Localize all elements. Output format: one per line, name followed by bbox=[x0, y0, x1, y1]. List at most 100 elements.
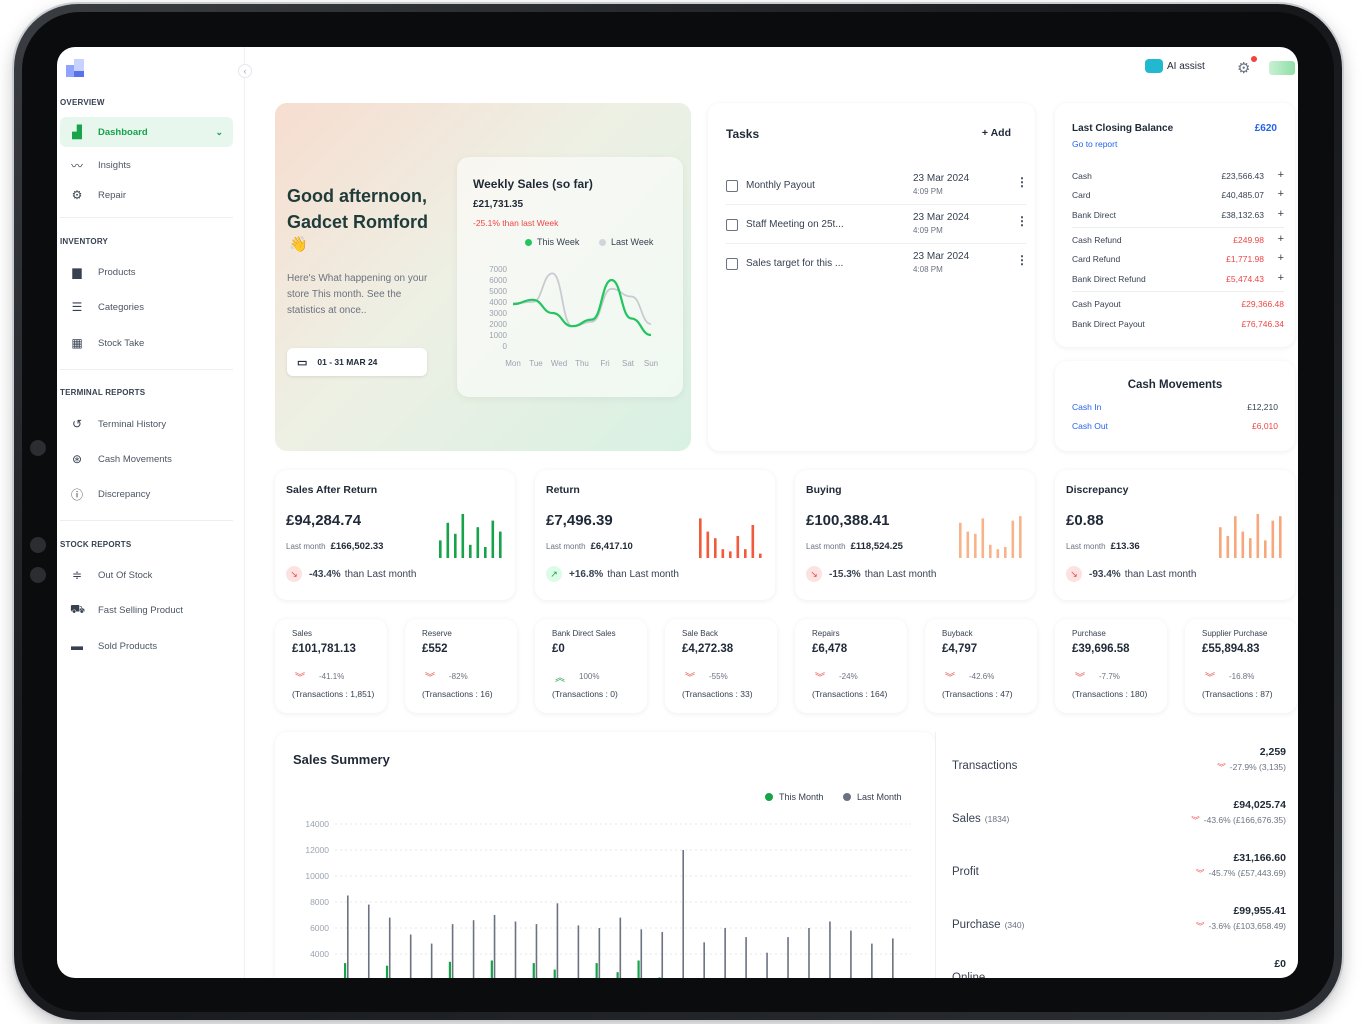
sidebar-item-dashboard[interactable]: ▟ Dashboard ⌄ bbox=[60, 117, 233, 147]
sparkline-bar bbox=[1011, 520, 1015, 558]
notification-dot bbox=[1251, 56, 1257, 62]
task-checkbox[interactable] bbox=[726, 258, 738, 270]
go-to-report-link[interactable]: Go to report bbox=[1072, 139, 1117, 149]
double-chevron-down-icon: ︾ bbox=[945, 673, 955, 684]
stat-sparkline bbox=[1219, 514, 1282, 558]
stat-title: Buying bbox=[806, 484, 842, 496]
bar-last-month bbox=[724, 928, 726, 978]
mini-value: £6,478 bbox=[812, 643, 848, 655]
bar-last-month bbox=[535, 924, 538, 978]
sparkline-bar bbox=[1256, 514, 1260, 558]
last-closing-balance-card: Last Closing Balance £620 Go to report C… bbox=[1055, 103, 1295, 347]
sidebar-item-repair[interactable]: ⚙ Repair bbox=[60, 180, 233, 210]
sidebar-item-sold-products[interactable]: ▬ Sold Products bbox=[60, 631, 233, 661]
mini-title: Purchase bbox=[1072, 629, 1106, 638]
sidebar-item-label: Insights bbox=[98, 159, 131, 171]
sidebar-item-out-of-stock[interactable]: ≑ Out Of Stock bbox=[60, 560, 233, 590]
settings-gear-icon[interactable]: ⚙ bbox=[1237, 59, 1250, 77]
sparkline-bar bbox=[996, 549, 1000, 558]
stat-card: Buying £100,388.41 Last month £118,524.25… bbox=[795, 470, 1035, 600]
task-label: Sales target for this ... bbox=[746, 258, 844, 269]
bar-last-month bbox=[682, 850, 685, 978]
summary-row-change: ︾ -43.6% (£166,676.35) bbox=[1191, 815, 1286, 825]
trend-down-icon: ↘ bbox=[286, 566, 302, 582]
waving-hand-emoji: 👋 bbox=[289, 236, 308, 253]
summary-total-row: Online £0 bbox=[952, 958, 1286, 978]
plus-icon[interactable]: + bbox=[1278, 188, 1284, 200]
sparkline-bar bbox=[476, 527, 480, 558]
sidebar-item-label: Discrepancy bbox=[98, 488, 151, 500]
bar-last-month bbox=[409, 934, 412, 978]
mini-percent: ︾ -82% bbox=[425, 669, 468, 684]
plus-icon[interactable]: + bbox=[1278, 272, 1284, 284]
sparkline-bar bbox=[484, 547, 487, 558]
mini-transactions: (Transactions : 1,851) bbox=[292, 689, 375, 699]
screen: ‹ OVERVIEW ▟ Dashboard ⌄ 〰 Insights ⚙ Re… bbox=[57, 47, 1298, 978]
sparkline-bar bbox=[439, 540, 442, 558]
mini-percent: ︾ -55% bbox=[685, 669, 728, 684]
sidebar-item-discrepancy[interactable]: ⓘ Discrepancy bbox=[60, 479, 233, 509]
bar-last-month bbox=[640, 929, 643, 978]
stat-title: Sales After Return bbox=[286, 484, 378, 496]
stat-card: Discrepancy £0.88 Last month £13.36 ↘ -93.… bbox=[1055, 470, 1295, 600]
mini-value: £101,781.13 bbox=[292, 643, 356, 655]
plus-icon[interactable]: + bbox=[1278, 252, 1284, 264]
sidebar-item-insights[interactable]: 〰 Insights bbox=[60, 150, 233, 180]
trend-line-icon: 〰 bbox=[70, 158, 83, 173]
sidebar-item-terminal-history[interactable]: ↺ Terminal History bbox=[60, 409, 233, 439]
cash-in-row[interactable]: Cash In £12,210 bbox=[1072, 402, 1278, 412]
mini-percent: ︾ -24% bbox=[815, 669, 858, 684]
task-checkbox[interactable] bbox=[726, 219, 738, 231]
y-tick-label: 5000 bbox=[489, 287, 507, 296]
date-range-picker[interactable]: ▭ 01 - 31 MAR 24 bbox=[287, 348, 427, 376]
sparkline-bar bbox=[1226, 536, 1230, 558]
sidebar-item-products[interactable]: ▆ Products bbox=[60, 257, 233, 287]
mini-stat-card: Sales £101,781.13 ︾ -41.1% (Transactions … bbox=[275, 619, 387, 713]
mini-transactions: (Transactions : 180) bbox=[1072, 689, 1148, 699]
closing-row: Card Refund £1,771.98 + bbox=[1072, 252, 1284, 264]
y-tick-label: 6000 bbox=[489, 276, 507, 285]
stat-title: Discrepancy bbox=[1066, 484, 1129, 496]
closing-row: Bank Direct Payout £76,746.34 bbox=[1072, 319, 1284, 329]
kebab-menu-icon[interactable]: ⋮ bbox=[1016, 175, 1028, 189]
bar-last-month bbox=[472, 920, 475, 978]
summary-row-label: Purchase (340) bbox=[952, 919, 1025, 931]
closing-value: £620 bbox=[1254, 123, 1277, 134]
sparkline-bar bbox=[1279, 516, 1282, 558]
ai-assist-button[interactable]: AI assist bbox=[1145, 59, 1205, 73]
collapse-sidebar-button[interactable]: ‹ bbox=[238, 64, 252, 78]
task-row: Sales target for this ... 23 Mar 2024 4:… bbox=[726, 245, 1028, 283]
double-chevron-down-icon: ︾ bbox=[1195, 921, 1205, 931]
bar-last-month bbox=[514, 921, 517, 978]
app-logo[interactable] bbox=[66, 59, 84, 77]
y-tick-label: 8000 bbox=[310, 897, 329, 907]
divider bbox=[60, 369, 233, 370]
avatar[interactable] bbox=[1269, 61, 1295, 75]
cash-out-row[interactable]: Cash Out £6,010 bbox=[1072, 421, 1278, 431]
x-tick-label: Sat bbox=[622, 359, 635, 368]
add-task-button[interactable]: + Add bbox=[982, 127, 1011, 139]
list-icon: ☰ bbox=[71, 300, 83, 314]
task-checkbox[interactable] bbox=[726, 180, 738, 192]
closing-row: Cash Payout £29,366.48 bbox=[1072, 299, 1284, 309]
sidebar: ‹ OVERVIEW ▟ Dashboard ⌄ 〰 Insights ⚙ Re… bbox=[57, 47, 252, 978]
plus-icon[interactable]: + bbox=[1278, 208, 1284, 220]
kebab-menu-icon[interactable]: ⋮ bbox=[1016, 214, 1028, 228]
sidebar-item-categories[interactable]: ☰ Categories bbox=[60, 292, 233, 322]
sidebar-item-fast-selling-product[interactable]: ⛟ Fast Selling Product bbox=[60, 595, 233, 625]
summary-row-label: Online bbox=[952, 972, 986, 978]
robot-icon bbox=[1145, 59, 1163, 73]
sidebar-item-stock-take[interactable]: ▦ Stock Take bbox=[60, 328, 233, 358]
plus-icon[interactable]: + bbox=[1278, 233, 1284, 245]
sparkline-bar bbox=[759, 553, 762, 558]
side-camera bbox=[30, 440, 46, 456]
plus-icon[interactable]: + bbox=[1278, 169, 1284, 181]
sparkline-bar bbox=[744, 549, 747, 558]
stat-change: ↘ -15.3% than Last month bbox=[806, 566, 936, 582]
kebab-menu-icon[interactable]: ⋮ bbox=[1016, 253, 1028, 267]
y-tick-label: 14000 bbox=[305, 819, 329, 829]
sidebar-item-label: Stock Take bbox=[98, 337, 145, 349]
bar-last-month bbox=[493, 915, 496, 978]
sidebar-item-cash-movements[interactable]: ⊛ Cash Movements bbox=[60, 444, 233, 474]
task-time: 4:09 PM bbox=[913, 226, 943, 235]
